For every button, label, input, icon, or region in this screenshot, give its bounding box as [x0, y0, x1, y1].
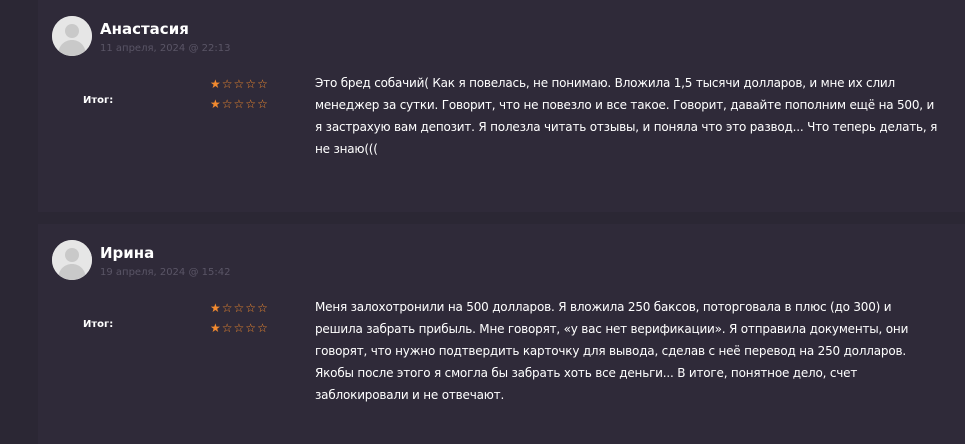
- review-date: 11 апреля, 2024 @ 22:13: [100, 43, 231, 54]
- star-outline-icon: ☆: [233, 321, 246, 335]
- avatar-icon: [52, 16, 92, 56]
- rating-label: Итог:: [83, 319, 114, 330]
- star-outline-icon: ☆: [257, 77, 269, 91]
- star-filled-icon: ★: [210, 97, 222, 111]
- rating-stars: ★☆☆☆☆: [210, 302, 269, 314]
- star-outline-icon: ☆: [245, 97, 258, 111]
- star-filled-icon: ★: [210, 77, 222, 91]
- review-card: Ирина 19 апреля, 2024 @ 15:42 ★☆☆☆☆ Итог…: [38, 224, 965, 444]
- star-outline-icon: ☆: [257, 321, 269, 335]
- star-filled-icon: ★: [210, 301, 222, 315]
- avatar-icon: [52, 240, 92, 280]
- rating-stars-total: ★☆☆☆☆: [210, 322, 269, 334]
- star-outline-icon: ☆: [233, 77, 246, 91]
- star-outline-icon: ☆: [257, 97, 269, 111]
- star-outline-icon: ☆: [221, 301, 234, 315]
- star-outline-icon: ☆: [221, 77, 234, 91]
- rating-label: Итог:: [83, 95, 114, 106]
- review-author: Анастасия: [100, 20, 189, 38]
- star-outline-icon: ☆: [257, 301, 269, 315]
- star-outline-icon: ☆: [245, 321, 258, 335]
- review-text: Меня залохотронили на 500 долларов. Я вл…: [315, 300, 909, 402]
- star-outline-icon: ☆: [221, 321, 234, 335]
- star-outline-icon: ☆: [245, 301, 258, 315]
- rating-stars: ★☆☆☆☆: [210, 78, 269, 90]
- review-card: Анастасия 11 апреля, 2024 @ 22:13 ★☆☆☆☆ …: [38, 0, 965, 212]
- review-text: Это бред собачий( Как я повелась, не пон…: [315, 76, 938, 156]
- star-outline-icon: ☆: [233, 301, 246, 315]
- star-filled-icon: ★: [210, 321, 222, 335]
- star-outline-icon: ☆: [233, 97, 246, 111]
- review-date: 19 апреля, 2024 @ 15:42: [100, 267, 231, 278]
- review-author: Ирина: [100, 244, 155, 262]
- star-outline-icon: ☆: [221, 97, 234, 111]
- rating-stars-total: ★☆☆☆☆: [210, 98, 269, 110]
- star-outline-icon: ☆: [245, 77, 258, 91]
